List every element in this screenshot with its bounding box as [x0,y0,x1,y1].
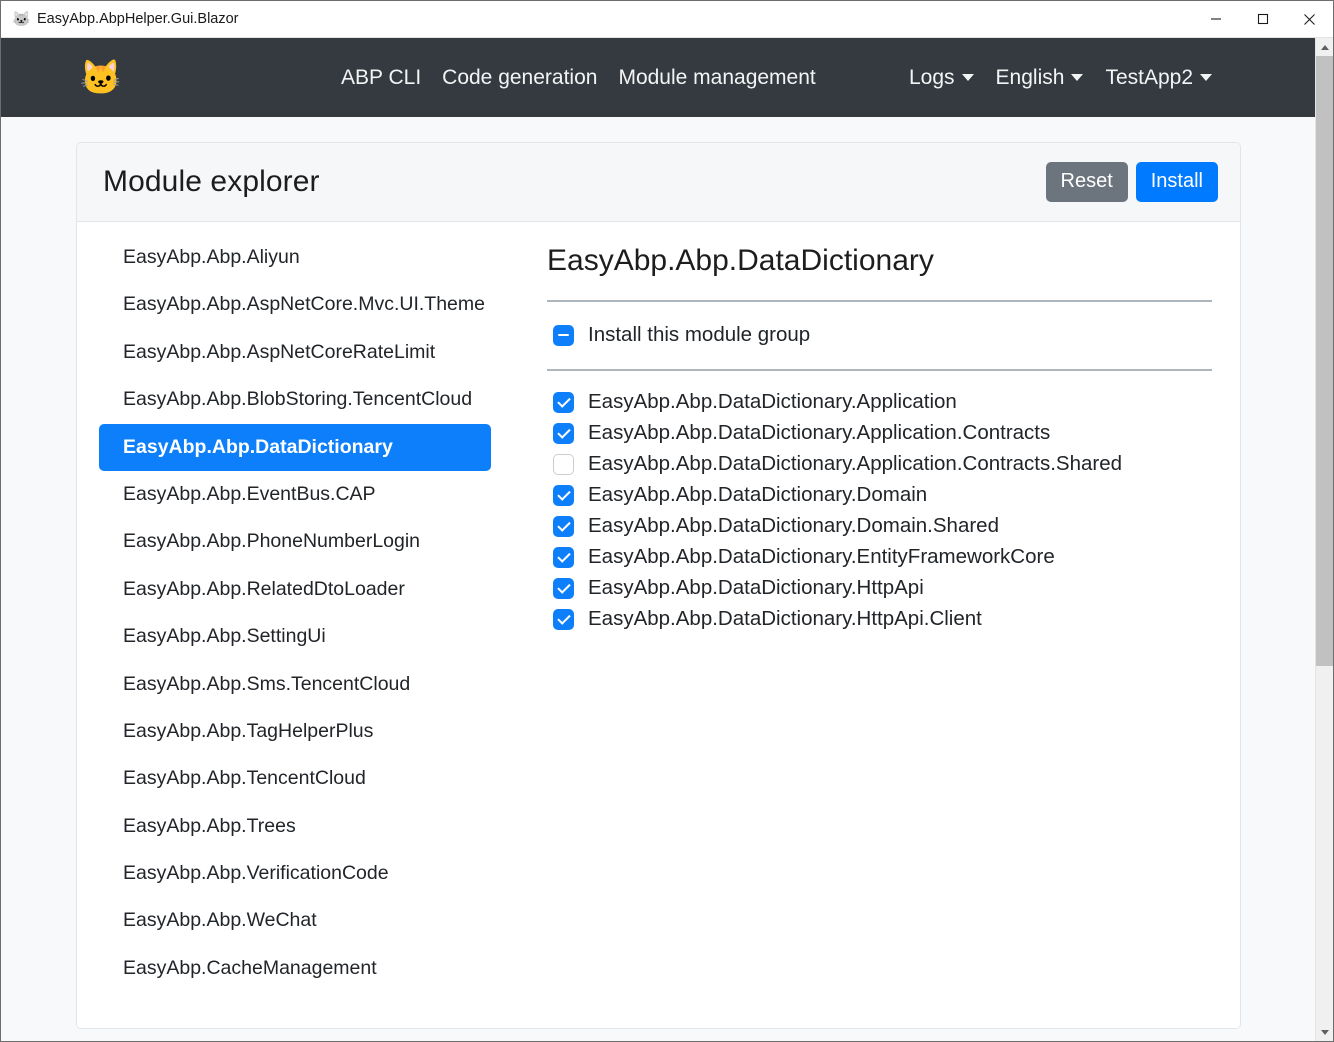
submodule-checkbox[interactable] [553,453,574,475]
nav-dropdown-logs[interactable]: Logs [909,66,974,90]
window-controls [1192,1,1333,38]
nav-dropdown-logs-label: Logs [909,65,955,89]
title-bar: 🐱 EasyAbp.AbpHelper.Gui.Blazor [1,1,1333,38]
submodule-label: EasyAbp.Abp.DataDictionary.Domain.Shared [588,514,999,537]
card-header: Module explorer Reset Install [77,143,1240,222]
submodule-checkbox[interactable] [553,422,574,444]
module-list-item[interactable]: EasyAbp.Abp.Aliyun [99,234,491,281]
module-list-item[interactable]: EasyAbp.Abp.TagHelperPlus [99,708,491,755]
submodule-row[interactable]: EasyAbp.Abp.DataDictionary.Application [547,387,1212,418]
nav-links: ABP CLI Code generation Module managemen… [341,66,816,90]
cat-face-logo[interactable]: 🐱 [79,56,123,100]
nav-right-group: Logs English TestApp2 [909,66,1212,90]
cat-face-icon: 🐱 [12,10,31,28]
install-group-label: Install this module group [588,323,811,346]
reset-button[interactable]: Reset [1045,162,1128,202]
submodule-checkbox[interactable] [553,484,574,506]
module-list-item[interactable]: EasyAbp.CacheManagement [99,945,491,992]
card-body: EasyAbp.Abp.Aliyun EasyAbp.Abp.AspNetCore… [77,222,1240,1028]
page-title: Module explorer [103,165,320,198]
nav-dropdown-language-label: English [995,65,1065,89]
title-bar-left: 🐱 EasyAbp.AbpHelper.Gui.Blazor [1,11,1192,28]
module-list-item[interactable]: EasyAbp.Abp.VerificationCode [99,850,491,897]
module-list-item[interactable]: EasyAbp.Abp.AspNetCore.Mvc.UI.Theme [99,281,491,328]
module-list-item[interactable]: EasyAbp.Abp.RelatedDtoLoader [99,566,491,613]
module-list-item[interactable]: EasyAbp.Abp.EventBus.CAP [99,471,491,518]
submodule-checkbox[interactable] [553,391,574,413]
scroll-up-button[interactable] [1316,38,1333,56]
page-content: 🐱 ABP CLI Code generation Module managem… [1,38,1315,1041]
nav-dropdown-language[interactable]: English [996,66,1084,90]
install-button[interactable]: Install [1135,162,1218,202]
nav-link-abp-cli[interactable]: ABP CLI [341,66,421,90]
browser-viewport: 🐱 ABP CLI Code generation Module managem… [1,38,1333,1041]
submodule-checkbox[interactable] [553,608,574,630]
scroll-down-button[interactable] [1316,1023,1333,1041]
header-buttons: Reset Install [1045,162,1218,202]
submodule-label: EasyAbp.Abp.DataDictionary.Application.C… [588,452,1123,475]
submodule-label: EasyAbp.Abp.DataDictionary.Application.C… [588,421,1051,444]
submodule-checkbox[interactable] [553,515,574,537]
module-list-item[interactable]: EasyAbp.Abp.BlobStoring.TencentCloud [99,376,491,423]
module-list-item[interactable]: EasyAbp.Abp.AspNetCoreRateLimit [99,329,491,376]
submodule-checkbox[interactable] [553,577,574,599]
submodule-label: EasyAbp.Abp.DataDictionary.HttpApi.Clien… [588,607,982,630]
window-title: EasyAbp.AbpHelper.Gui.Blazor [37,11,239,27]
chevron-down-icon [1200,74,1212,81]
submodule-checkbox[interactable] [553,546,574,568]
module-list-item[interactable]: EasyAbp.Abp.PhoneNumberLogin [99,518,491,565]
card-wrapper: Module explorer Reset Install EasyAbp.Ab… [1,117,1315,1029]
nav-dropdown-app[interactable]: TestApp2 [1105,66,1212,90]
nav-link-code-generation[interactable]: Code generation [442,66,597,90]
module-list-item[interactable]: EasyAbp.Abp.Sms.TencentCloud [99,661,491,708]
module-list: EasyAbp.Abp.Aliyun EasyAbp.Abp.AspNetCore… [77,222,513,1028]
nav-link-module-management[interactable]: Module management [618,66,815,90]
module-detail-title: EasyAbp.Abp.DataDictionary [547,244,934,277]
application-window: 🐱 EasyAbp.AbpHelper.Gui.Blazor 🐱 ABP CLI [0,0,1334,1042]
submodule-row[interactable]: EasyAbp.Abp.DataDictionary.EntityFramewo… [547,542,1212,573]
chevron-up-icon [1320,44,1329,50]
submodule-row[interactable]: EasyAbp.Abp.DataDictionary.Application.C… [547,449,1212,480]
module-list-item[interactable]: EasyAbp.Abp.Trees [99,803,491,850]
submodule-label: EasyAbp.Abp.DataDictionary.Domain [588,483,928,506]
module-list-item[interactable]: EasyAbp.Abp.WeChat [99,897,491,944]
nav-dropdown-app-label: TestApp2 [1105,65,1193,89]
submodule-label: EasyAbp.Abp.DataDictionary.Application [588,390,957,413]
scrollbar-thumb[interactable] [1316,56,1333,666]
chevron-down-icon [961,74,974,81]
submodule-row[interactable]: EasyAbp.Abp.DataDictionary.HttpApi [547,573,1212,604]
vertical-scrollbar[interactable] [1315,38,1333,1041]
scrollbar-track[interactable] [1316,56,1333,1023]
module-explorer-card: Module explorer Reset Install EasyAbp.Ab… [76,142,1241,1029]
submodule-row[interactable]: EasyAbp.Abp.DataDictionary.HttpApi.Clien… [547,604,1212,635]
submodule-row[interactable]: EasyAbp.Abp.DataDictionary.Domain.Shared [547,511,1212,542]
chevron-down-icon [1071,74,1084,81]
install-group-row[interactable]: Install this module group [547,302,1212,369]
submodule-label: EasyAbp.Abp.DataDictionary.HttpApi [588,576,924,599]
module-list-item-active[interactable]: EasyAbp.Abp.DataDictionary [99,423,491,471]
module-detail-panel: EasyAbp.Abp.DataDictionary Install this … [513,222,1240,1028]
install-group-checkbox[interactable] [553,324,574,346]
submodule-checkbox-list: EasyAbp.Abp.DataDictionary.Application Ea… [547,371,1212,635]
minimize-button[interactable] [1192,1,1239,38]
top-navbar: 🐱 ABP CLI Code generation Module managem… [1,38,1315,117]
submodule-row[interactable]: EasyAbp.Abp.DataDictionary.Application.C… [547,418,1212,449]
chevron-down-icon [1320,1029,1329,1035]
close-button[interactable] [1286,1,1333,38]
module-list-item[interactable]: EasyAbp.Abp.SettingUi [99,613,491,660]
maximize-button[interactable] [1239,1,1286,38]
submodule-label: EasyAbp.Abp.DataDictionary.EntityFramewo… [588,545,1055,568]
module-list-item[interactable]: EasyAbp.Abp.TencentCloud [99,755,491,802]
submodule-row[interactable]: EasyAbp.Abp.DataDictionary.Domain [547,480,1212,511]
